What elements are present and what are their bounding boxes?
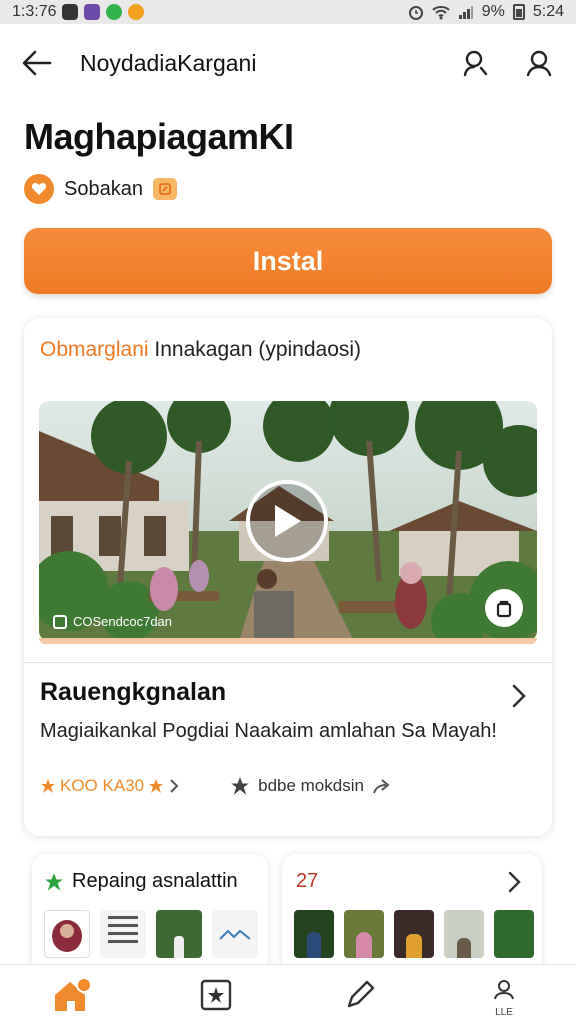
nav-home[interactable]	[49, 972, 95, 1018]
play-icon	[275, 505, 301, 537]
battery-percent: 9%	[481, 3, 505, 20]
recommendation-card-right[interactable]: 27	[282, 854, 542, 974]
rating-right: bdbe mokdsin	[230, 776, 392, 796]
mini-card-title-text: Repaing asnalattin	[72, 870, 238, 892]
mini-card-title: Repaing asnalattin	[44, 870, 238, 893]
section-description: Magiaikankal Pogdiai Naakaim amlahan Sa …	[40, 720, 497, 742]
profile-icon	[494, 979, 514, 999]
thumbnail[interactable]	[494, 910, 534, 958]
signal-icon	[458, 6, 473, 19]
developer-row[interactable]: Sobakan	[24, 174, 177, 204]
search-icon	[526, 50, 552, 77]
notification-app-icon	[128, 4, 145, 20]
bag-icon	[496, 600, 512, 618]
app-details-page: MaghapiagamKI Sobakan Instal Obmarglani …	[0, 102, 576, 974]
save-media-button[interactable]	[485, 589, 523, 627]
profile-search-button[interactable]	[458, 46, 492, 80]
featured-card: Obmarglani Innakagan (ypindaosi) COSendc…	[24, 318, 552, 836]
video-preview[interactable]: COSendcoc7dan	[39, 401, 537, 641]
star-icon	[41, 779, 55, 793]
pen-icon	[347, 980, 375, 1007]
section-title: Rauengkgnalan	[40, 678, 227, 706]
card-header-text: Innakagan (ypindaosi)	[154, 338, 362, 361]
developer-name: Sobakan	[64, 177, 143, 200]
nav-profile-label: LLE	[495, 1006, 513, 1018]
thumbnail[interactable]	[294, 910, 334, 958]
recommendation-card-left[interactable]: Repaing asnalattin	[32, 854, 268, 974]
thumbnail[interactable]	[394, 910, 434, 958]
star-icon	[231, 777, 249, 795]
page-title: MaghapiagamKI	[24, 116, 294, 157]
home-icon	[55, 976, 92, 1011]
thumbnail[interactable]	[100, 910, 146, 958]
status-clock: 5:24	[532, 3, 564, 20]
status-bar: 1:3:76 9% 5:24	[0, 0, 576, 24]
thumbnail[interactable]	[344, 910, 384, 958]
app-bar-title: NoydadiaKargani	[80, 49, 257, 76]
battery-icon	[512, 4, 525, 20]
card-header-accent: Obmarglani	[40, 338, 149, 361]
back-arrow-icon	[22, 50, 52, 76]
thumbnail-list	[294, 910, 534, 958]
rating-row: KOO KA30 bdbe mokdsin	[40, 776, 540, 796]
verified-badge-icon	[152, 178, 177, 200]
thumbnail[interactable]	[44, 910, 90, 958]
play-button[interactable]	[246, 480, 328, 562]
card-header: Obmarglani Innakagan (ypindaosi)	[40, 338, 361, 362]
share-arrow-icon[interactable]	[372, 777, 392, 795]
chevron-right-icon[interactable]	[502, 870, 526, 894]
chevron-right-icon[interactable]	[504, 682, 532, 710]
notification-app-icon	[62, 4, 79, 20]
star-icon	[45, 872, 63, 891]
install-button[interactable]: Instal	[24, 228, 552, 294]
bookmark-star-icon	[200, 979, 232, 1010]
search-button[interactable]	[522, 46, 556, 80]
thumbnail-list	[44, 910, 258, 958]
rating-right-text: bdbe mokdsin	[258, 776, 364, 795]
notification-app-icon	[84, 4, 101, 20]
rating-left-text: KOO KA30	[60, 776, 145, 795]
back-button[interactable]	[20, 46, 54, 80]
nav-edit[interactable]	[337, 972, 383, 1018]
alarm-icon	[408, 6, 423, 20]
nav-profile[interactable]: LLE	[481, 972, 527, 1018]
app-bar: NoydadiaKargani	[0, 24, 576, 102]
thumbnail[interactable]	[156, 910, 202, 958]
wifi-icon	[432, 6, 450, 20]
notification-app-icon	[106, 4, 123, 20]
bottom-navigation: LLE	[0, 964, 576, 1024]
thumbnail[interactable]	[444, 910, 484, 958]
profile-search-icon	[463, 50, 488, 77]
nav-bookmarks[interactable]	[193, 972, 239, 1018]
caption-icon	[53, 614, 67, 629]
media-caption-text: COSendcoc7dan	[73, 614, 173, 629]
status-time: 1:3:76	[12, 3, 57, 20]
star-icon	[149, 779, 164, 793]
rating-left: KOO KA30	[40, 776, 180, 796]
mini-card-count: 27	[296, 870, 319, 892]
thumbnail[interactable]	[212, 910, 258, 958]
heart-icon	[24, 174, 54, 204]
media-progress-bar	[39, 638, 537, 644]
divider	[24, 662, 552, 663]
media-caption: COSendcoc7dan	[53, 614, 172, 629]
chevron-right-icon	[170, 779, 179, 793]
